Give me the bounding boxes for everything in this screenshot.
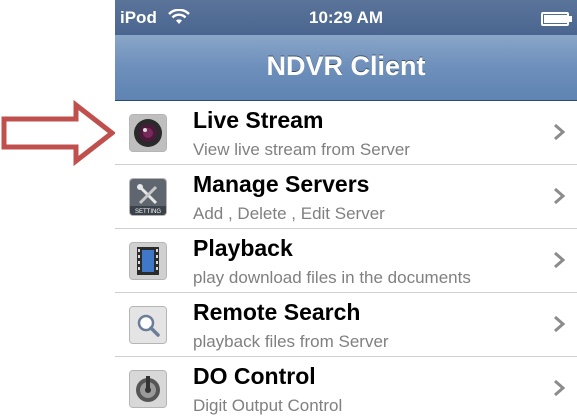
menu-item-subtitle: Add , Delete , Edit Server	[193, 204, 385, 223]
menu-item-subtitle: Digit Output Control	[193, 396, 343, 415]
menu-item-title: DO Control	[193, 363, 316, 389]
status-bar: iPod 10:29 AM	[115, 0, 577, 35]
menu-item-playback[interactable]: Playback play download files in the docu…	[115, 229, 577, 293]
menu-item-subtitle: play download files in the documents	[193, 268, 471, 287]
menu-item-subtitle: playback files from Server	[193, 332, 389, 351]
menu-item-manage-servers[interactable]: SETTING Manage Servers Add , Delete , Ed…	[115, 165, 577, 229]
menu-item-remote-search[interactable]: Remote Search playback files from Server	[115, 293, 577, 357]
phone-screen: iPod 10:29 AM NDVR Client Live Stream Vi…	[115, 0, 577, 417]
chevron-right-icon	[554, 251, 566, 269]
setting-tools-icon: SETTING	[129, 178, 167, 216]
menu-item-title: Remote Search	[193, 299, 361, 325]
output-dial-icon	[129, 370, 167, 408]
chevron-right-icon	[554, 315, 566, 333]
chevron-right-icon	[554, 187, 566, 205]
page-title: NDVR Client	[266, 51, 426, 81]
magnifier-icon	[129, 306, 167, 344]
menu-item-title: Manage Servers	[193, 171, 370, 197]
chevron-right-icon	[554, 123, 566, 141]
menu-item-live-stream[interactable]: Live Stream View live stream from Server	[115, 101, 577, 165]
menu-item-title: Playback	[193, 235, 293, 261]
pointer-arrow-icon	[0, 99, 120, 167]
film-icon	[129, 242, 167, 280]
chevron-right-icon	[554, 379, 566, 397]
menu-item-title: Live Stream	[193, 107, 324, 133]
camera-icon	[129, 114, 167, 152]
navigation-bar: NDVR Client	[115, 35, 577, 101]
menu-item-subtitle: View live stream from Server	[193, 140, 410, 159]
battery-icon	[541, 12, 572, 26]
menu-item-do-control[interactable]: DO Control Digit Output Control	[115, 357, 577, 417]
setting-icon-label: SETTING	[135, 209, 161, 215]
status-time: 10:29 AM	[308, 8, 383, 27]
